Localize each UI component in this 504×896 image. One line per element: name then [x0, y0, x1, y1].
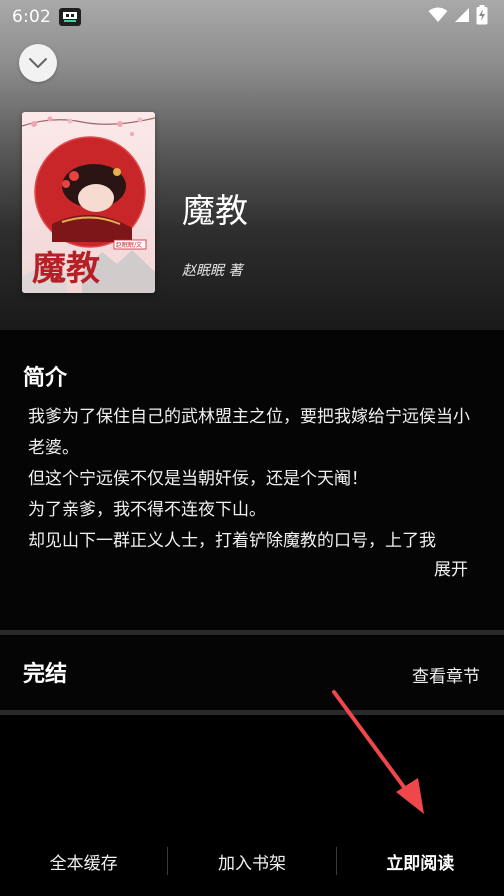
add-to-shelf-button[interactable]: 加入书架 — [168, 849, 335, 874]
view-chapters-button[interactable]: 查看章节 — [412, 662, 480, 687]
status-time: 6:02 — [12, 7, 51, 27]
completion-status-label: 完结 — [23, 662, 68, 687]
book-cover[interactable]: 魔教 赵眠眠/文 — [22, 112, 155, 293]
book-title: 魔教 — [182, 191, 248, 230]
app-notification-icon — [58, 8, 81, 26]
book-cover-art: 魔教 赵眠眠/文 — [22, 112, 155, 293]
chevron-down-icon — [28, 54, 48, 73]
intro-line: 为了亲爹，我不得不连夜下山。 — [28, 500, 266, 520]
intro-line: 我爹为了保住自己的武林盟主之位，要把我嫁给宁远侯当小老婆。 — [28, 407, 470, 458]
intro-line: 却见山下一群正义人士，打着铲除魔教的口号，上了我 — [28, 531, 436, 551]
status-right — [428, 5, 488, 29]
wifi-icon — [428, 7, 448, 27]
book-detail-page: 6:02 魔教 赵眠眠/文 魔教 赵眠眠 著 简介 我爹为了保住自己的武林盟主之… — [0, 0, 504, 896]
intro-line: 但这个宁远侯不仅是当朝奸佞，还是个天阉！ — [28, 469, 368, 489]
intro-section: 简介 我爹为了保住自己的武林盟主之位，要把我嫁给宁远侯当小老婆。 但这个宁远侯不… — [0, 330, 504, 630]
signal-icon — [454, 7, 470, 27]
intro-heading: 简介 — [23, 366, 68, 391]
section-divider — [0, 630, 504, 635]
battery-charging-icon — [476, 5, 488, 29]
read-now-button[interactable]: 立即阅读 — [337, 849, 504, 874]
intro-text: 我爹为了保住自己的武林盟主之位，要把我嫁给宁远侯当小老婆。 但这个宁远侯不仅是当… — [28, 402, 472, 557]
bottom-action-bar: 全本缓存 加入书架 立即阅读 — [0, 826, 504, 896]
status-bar: 6:02 — [0, 0, 504, 34]
expand-button[interactable]: 展开 — [434, 555, 468, 580]
completion-status-row: 完结 查看章节 — [0, 636, 504, 710]
section-divider — [0, 710, 504, 715]
collapse-button[interactable] — [19, 44, 57, 82]
svg-text:赵眠眠/文: 赵眠眠/文 — [116, 241, 142, 249]
book-author: 赵眠眠 著 — [182, 263, 243, 279]
download-all-button[interactable]: 全本缓存 — [0, 849, 167, 874]
svg-text:魔教: 魔教 — [32, 249, 100, 289]
status-left: 6:02 — [12, 7, 81, 27]
